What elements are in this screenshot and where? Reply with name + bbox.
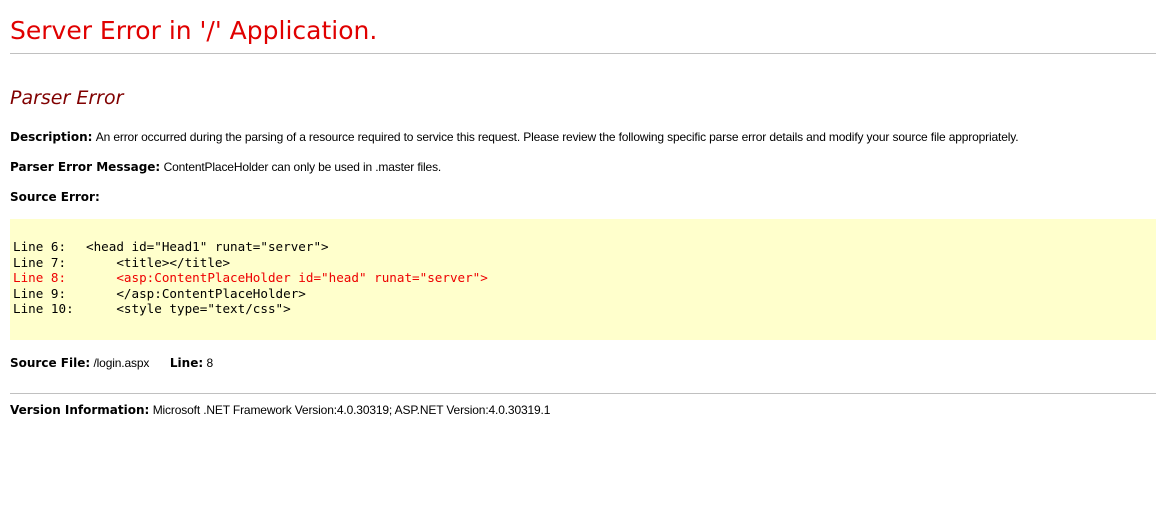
code-line-number: Line 8: xyxy=(13,270,67,286)
code-line-number: Line 6: xyxy=(13,239,67,254)
description-label: Description: xyxy=(10,130,93,144)
code-line-number: Line 9: xyxy=(13,285,67,301)
code-line-text: <asp:ContentPlaceHolder id="head" runat=… xyxy=(86,270,488,286)
footer-divider xyxy=(10,393,1156,394)
code-line-text: <head id="Head1" runat="server"> xyxy=(86,239,329,254)
code-line-number: Line 10: xyxy=(13,301,74,317)
parser-error-message-label: Parser Error Message: xyxy=(10,160,161,174)
parser-error-message-line: Parser Error Message: ContentPlaceHolder… xyxy=(10,159,441,175)
source-file-path: /login.aspx xyxy=(93,356,150,370)
source-line-number: 8 xyxy=(206,356,214,370)
description-line: Description: An error occurred during th… xyxy=(10,129,1019,145)
source-line-label: Line: xyxy=(169,356,204,370)
code-line: Line 9: </asp:ContentPlaceHolder> xyxy=(13,286,306,301)
code-line-text: <title></title> xyxy=(86,254,231,270)
code-line-text: </asp:ContentPlaceHolder> xyxy=(86,285,306,301)
source-code-box: Line 6: <head id="Head1" runat="server"> … xyxy=(10,219,1156,340)
code-line: Line 7: <title></title> xyxy=(13,255,230,270)
source-file-line: Source File: /login.aspx Line: 8 xyxy=(10,355,213,371)
version-information-text: Microsoft .NET Framework Version:4.0.303… xyxy=(152,403,551,417)
code-line-error: Line 8: <asp:ContentPlaceHolder id="head… xyxy=(13,270,488,285)
version-information-line: Version Information: Microsoft .NET Fram… xyxy=(10,402,550,418)
page-title: Server Error in '/' Application. xyxy=(10,16,378,45)
title-divider xyxy=(10,53,1156,54)
source-code: Line 6: <head id="Head1" runat="server"> … xyxy=(13,239,488,317)
error-subtitle: Parser Error xyxy=(10,87,124,109)
code-line-text: <style type="text/css"> xyxy=(86,301,291,317)
code-line: Line 10: <style type="text/css"> xyxy=(13,301,291,316)
code-line: Line 6: <head id="Head1" runat="server"> xyxy=(13,239,329,254)
source-error-label: Source Error: xyxy=(10,190,100,204)
source-error-line: Source Error: xyxy=(10,189,100,205)
source-file-label: Source File: xyxy=(10,356,91,370)
code-line-number: Line 7: xyxy=(13,254,67,270)
description-text: An error occurred during the parsing of … xyxy=(95,130,1019,144)
parser-error-message-text: ContentPlaceHolder can only be used in .… xyxy=(163,160,442,174)
version-information-label: Version Information: xyxy=(10,403,150,417)
